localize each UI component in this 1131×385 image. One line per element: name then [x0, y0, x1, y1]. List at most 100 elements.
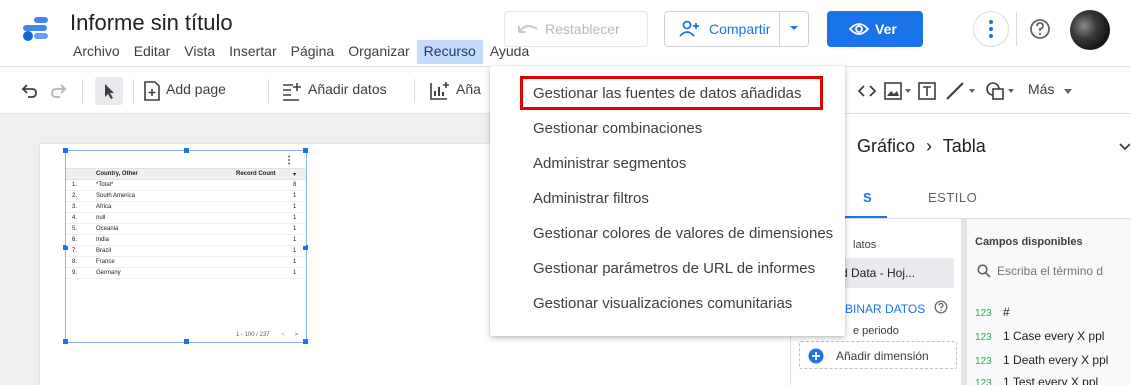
app-root: Informe sin título Archivo Editar Vista …	[0, 0, 1131, 385]
menu-insertar[interactable]: Insertar	[222, 40, 283, 64]
chart-menu-icon[interactable]	[286, 155, 292, 165]
chevron-down-icon[interactable]	[788, 22, 800, 34]
more-tools-button[interactable]: Más	[1028, 81, 1054, 97]
report-title[interactable]: Informe sin título	[70, 10, 233, 36]
row-dimension: Oceania	[96, 226, 119, 232]
menu-editar[interactable]: Editar	[127, 40, 178, 64]
datasource-label: latos	[853, 239, 877, 251]
field-name: 1 Test every X ppl	[1003, 375, 1099, 385]
row-metric: 1	[293, 226, 297, 232]
toolbar-divider	[133, 79, 134, 103]
menu-recurso[interactable]: Recurso	[416, 40, 483, 64]
user-avatar[interactable]	[1070, 10, 1110, 50]
chevron-down-icon	[1064, 89, 1072, 94]
data-studio-logo-icon[interactable]	[20, 14, 50, 44]
menu-item-report-url-parameters[interactable]: Gestionar parámetros de URL de informes	[490, 251, 845, 286]
line-tool-icon[interactable]	[945, 81, 979, 101]
table-row: 3. Africa 1	[66, 202, 306, 213]
menu-pagina[interactable]: Página	[284, 40, 342, 64]
field-item[interactable]: 123 1 Case every X ppl	[975, 329, 1104, 343]
table-row: 8. France 1	[66, 257, 306, 268]
embed-code-icon[interactable]	[858, 82, 876, 100]
column-header[interactable]: Country, Other	[96, 171, 138, 177]
undo-icon[interactable]	[20, 82, 38, 100]
resize-handle[interactable]	[303, 339, 308, 344]
more-vert-icon	[989, 20, 993, 38]
field-name: #	[1003, 305, 1010, 319]
more-options-button[interactable]	[973, 11, 1009, 47]
shape-tool-icon[interactable]	[985, 81, 1019, 101]
row-index: 1.	[72, 182, 78, 188]
menu-item-manage-blends[interactable]: Gestionar combinaciones	[490, 111, 845, 146]
field-name: 1 Death every X ppl	[1003, 353, 1109, 367]
prev-page-icon[interactable]: <	[281, 332, 285, 338]
table-row: 7. Brazil 1	[66, 246, 306, 257]
toolbar-divider	[268, 79, 269, 103]
add-page-icon[interactable]	[142, 81, 162, 101]
row-dimension: France	[96, 259, 115, 265]
row-index: 3.	[72, 204, 78, 210]
field-search-input[interactable]	[997, 261, 1131, 281]
blend-data-button[interactable]: BINAR DATOS	[845, 302, 925, 316]
table-header-row: Country, Other Record Count ▾	[66, 168, 306, 180]
table-row: 5. Oceania 1	[66, 224, 306, 235]
table-row: 9. Germany 1	[66, 268, 306, 279]
menu-archivo[interactable]: Archivo	[66, 40, 127, 64]
help-icon[interactable]	[1025, 14, 1055, 44]
select-pointer-icon[interactable]	[95, 77, 123, 105]
menu-vista[interactable]: Vista	[177, 40, 222, 64]
resize-handle[interactable]	[184, 148, 189, 153]
tab-style[interactable]: ESTILO	[928, 190, 977, 205]
row-metric: 8	[293, 182, 297, 188]
menu-item-manage-segments[interactable]: Administrar segmentos	[490, 146, 845, 181]
field-item[interactable]: 123 1 Death every X ppl	[975, 353, 1108, 367]
row-index: 4.	[72, 215, 78, 221]
image-icon[interactable]	[884, 82, 912, 100]
resize-handle[interactable]	[184, 339, 189, 344]
reset-label: Restablecer	[545, 21, 620, 37]
resize-handle[interactable]	[63, 339, 68, 344]
pagination: 1 - 100 / 237 < >	[236, 332, 298, 338]
menu-item-manage-filters[interactable]: Administrar filtros	[490, 181, 845, 216]
add-dimension-button[interactable]: Añadir dimensión	[799, 341, 957, 369]
add-page-button[interactable]: Add page	[166, 81, 226, 97]
add-chart-button[interactable]: Aña	[456, 81, 481, 97]
add-data-button[interactable]: Añadir datos	[308, 81, 387, 97]
menu-item-dimension-value-colors[interactable]: Gestionar colores de valores de dimensio…	[490, 216, 845, 251]
toolbar-divider	[82, 79, 83, 103]
row-metric: 1	[293, 270, 297, 276]
sort-desc-icon[interactable]: ▾	[293, 171, 296, 178]
menu-item-community-visualizations[interactable]: Gestionar visualizaciones comunitarias	[490, 286, 845, 321]
next-page-icon[interactable]: >	[294, 332, 298, 338]
row-dimension: Germany	[96, 270, 121, 276]
resize-handle[interactable]	[63, 148, 68, 153]
field-item[interactable]: 123 #	[975, 305, 1010, 319]
resize-handle[interactable]	[303, 148, 308, 153]
add-data-icon[interactable]	[281, 81, 303, 101]
reset-button[interactable]: Restablecer	[504, 11, 648, 47]
field-item[interactable]: 123 1 Test every X ppl	[975, 375, 1098, 385]
help-icon[interactable]	[934, 300, 948, 314]
panel-title-chart: Gráfico	[857, 136, 916, 156]
row-index: 5.	[72, 226, 78, 232]
redo-icon[interactable]	[50, 82, 68, 100]
share-label: Compartir	[709, 21, 771, 37]
menu-organizar[interactable]: Organizar	[341, 40, 416, 64]
search-icon	[977, 264, 991, 278]
number-type-icon: 123	[975, 308, 992, 319]
row-dimension: India	[96, 237, 110, 243]
add-chart-icon[interactable]	[429, 81, 451, 101]
row-metric: 1	[293, 248, 297, 254]
share-button[interactable]: Compartir	[664, 11, 809, 47]
add-person-icon	[679, 20, 699, 37]
panel-breadcrumb: Gráfico › Tabla	[857, 136, 986, 157]
text-box-icon[interactable]	[918, 82, 936, 100]
panel-title-table: Tabla	[942, 136, 986, 156]
table-chart[interactable]: Country, Other Record Count ▾ 1. *Total*…	[63, 148, 308, 344]
chevron-down-icon[interactable]	[1118, 140, 1130, 154]
view-button[interactable]: Ver	[827, 11, 923, 47]
column-header[interactable]: Record Count	[236, 171, 276, 177]
row-metric: 1	[293, 193, 297, 199]
menu-bar: Archivo Editar Vista Insertar Página Org…	[66, 40, 536, 64]
tab-data[interactable]: S	[863, 190, 872, 205]
